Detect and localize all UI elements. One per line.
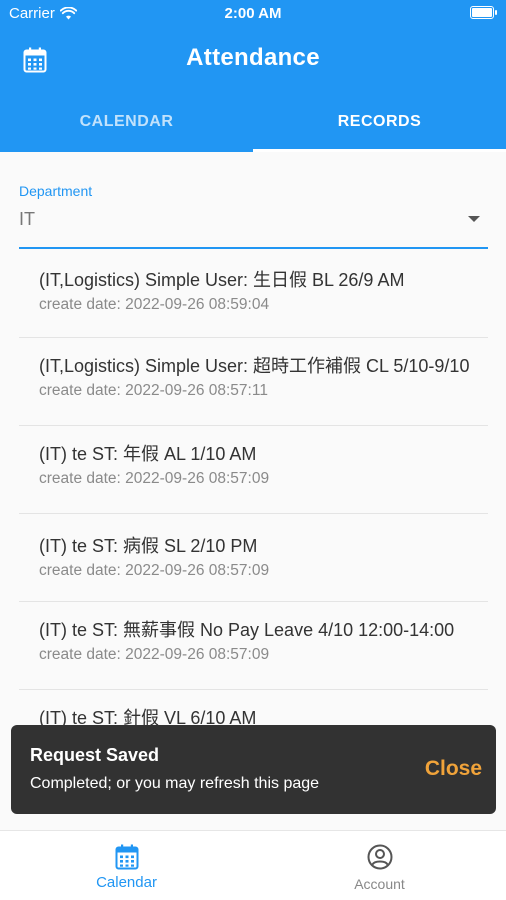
status-time: 2:00 AM [224, 5, 282, 22]
snackbar-message: Completed; or you may refresh this page [30, 775, 320, 792]
tab-bar: CALENDAR RECORDS [0, 95, 506, 152]
record-item[interactable]: (IT) te ST: 無薪事假 No Pay Leave 4/10 12:00… [19, 602, 488, 690]
app-bar: Carrier 2:00 AM Attendance CALENDAR RECO… [0, 0, 506, 152]
record-item[interactable]: (IT,Logistics) Simple User: 生日假 BL 26/9 … [19, 252, 488, 338]
department-label: Department [19, 183, 93, 199]
record-date: create date: 2022-09-26 08:57:11 [39, 382, 268, 399]
nav-item-account[interactable]: Account [253, 831, 506, 900]
dropdown-arrow-icon [468, 216, 480, 222]
record-date: create date: 2022-09-26 08:57:09 [39, 646, 270, 663]
snackbar-title: Request Saved [30, 745, 160, 765]
status-bar: Carrier 2:00 AM [0, 0, 506, 28]
bottom-navigation: Calendar Account [0, 830, 506, 900]
record-title: (IT,Logistics) Simple User: 超時工作補假 CL 5/… [39, 356, 470, 376]
record-title: (IT) te ST: 病假 SL 2/10 PM [39, 536, 258, 556]
snackbar-close-button[interactable]: Close [425, 757, 482, 781]
record-date: create date: 2022-09-26 08:57:09 [39, 562, 270, 579]
department-dropdown[interactable]: Department IT [19, 183, 488, 249]
tab-calendar[interactable]: CALENDAR [0, 95, 253, 152]
calendar-icon [115, 844, 138, 870]
record-date: create date: 2022-09-26 08:59:04 [39, 296, 270, 313]
record-date: create date: 2022-09-26 08:57:09 [39, 470, 270, 487]
tab-records[interactable]: RECORDS [253, 95, 506, 152]
department-value: IT [19, 209, 35, 229]
record-title: (IT,Logistics) Simple User: 生日假 BL 26/9 … [39, 270, 405, 290]
record-title: (IT) te ST: 無薪事假 No Pay Leave 4/10 12:00… [39, 620, 455, 640]
snackbar: Request Saved Completed; or you may refr… [11, 725, 496, 814]
account-icon [367, 844, 392, 870]
nav-label-calendar: Calendar [96, 874, 157, 891]
record-item[interactable]: (IT) te ST: 病假 SL 2/10 PM create date: 2… [19, 514, 488, 602]
record-item[interactable]: (IT,Logistics) Simple User: 超時工作補假 CL 5/… [19, 338, 488, 426]
record-title: (IT) te ST: 年假 AL 1/10 AM [39, 444, 257, 464]
page-title: Attendance [186, 44, 320, 71]
nav-item-calendar[interactable]: Calendar [0, 831, 253, 900]
battery-icon [470, 6, 497, 19]
record-item[interactable]: (IT) te ST: 年假 AL 1/10 AM create date: 2… [19, 426, 488, 514]
records-list: (IT,Logistics) Simple User: 生日假 BL 26/9 … [19, 252, 488, 770]
nav-label-account: Account [354, 876, 405, 892]
